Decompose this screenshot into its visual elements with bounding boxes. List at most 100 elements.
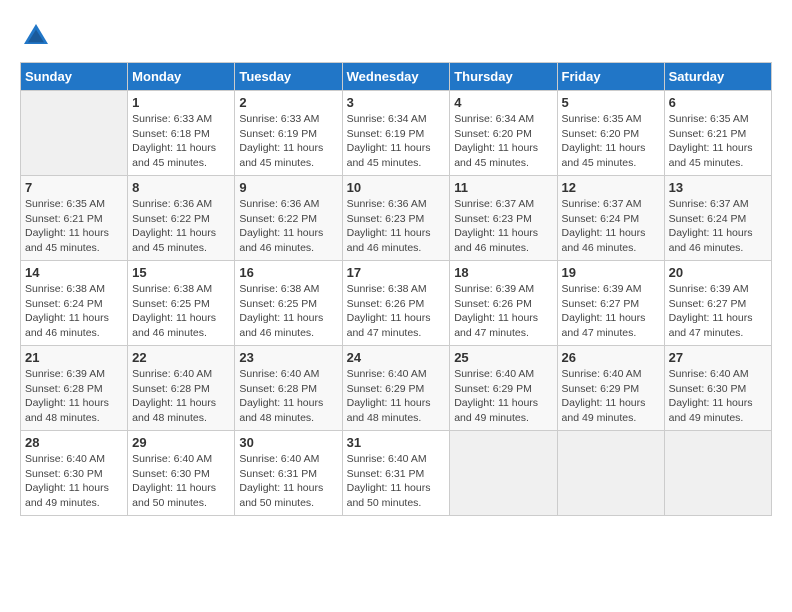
calendar-cell: 31 Sunrise: 6:40 AMSunset: 6:31 PMDayligh…: [342, 431, 450, 516]
calendar-cell: 11 Sunrise: 6:37 AMSunset: 6:23 PMDayligh…: [450, 176, 557, 261]
header-row: SundayMondayTuesdayWednesdayThursdayFrid…: [21, 63, 772, 91]
calendar-cell: 16 Sunrise: 6:38 AMSunset: 6:25 PMDayligh…: [235, 261, 342, 346]
weekday-header: Monday: [128, 63, 235, 91]
calendar-cell: 21Sunrise: 6:39 AMSunset: 6:28 PMDayligh…: [21, 346, 128, 431]
weekday-header: Saturday: [664, 63, 771, 91]
day-info: Sunrise: 6:35 AMSunset: 6:21 PMDaylight:…: [25, 197, 123, 256]
calendar-cell: 28Sunrise: 6:40 AMSunset: 6:30 PMDayligh…: [21, 431, 128, 516]
day-number: 5: [562, 95, 660, 110]
day-number: 15: [132, 265, 230, 280]
day-info: Sunrise: 6:37 AMSunset: 6:23 PMDaylight:…: [454, 197, 552, 256]
weekday-header: Wednesday: [342, 63, 450, 91]
calendar-cell: 25Sunrise: 6:40 AMSunset: 6:29 PMDayligh…: [450, 346, 557, 431]
day-number: 3: [347, 95, 446, 110]
calendar-cell: 23 Sunrise: 6:40 AMSunset: 6:28 PMDayligh…: [235, 346, 342, 431]
calendar-cell: 1 Sunrise: 6:33 AMSunset: 6:18 PMDaylight…: [128, 91, 235, 176]
day-info: Sunrise: 6:39 AMSunset: 6:27 PMDaylight:…: [669, 282, 767, 341]
calendar-cell: 22 Sunrise: 6:40 AMSunset: 6:28 PMDayligh…: [128, 346, 235, 431]
day-info: Sunrise: 6:37 AMSunset: 6:24 PMDaylight:…: [562, 197, 660, 256]
calendar-cell: 14 Sunrise: 6:38 AMSunset: 6:24 PMDayligh…: [21, 261, 128, 346]
day-info: Sunrise: 6:38 AMSunset: 6:24 PMDaylight:…: [25, 282, 123, 341]
day-info: Sunrise: 6:34 AMSunset: 6:19 PMDaylight:…: [347, 112, 446, 171]
calendar-cell: 24 Sunrise: 6:40 AMSunset: 6:29 PMDayligh…: [342, 346, 450, 431]
page-header: [20, 20, 772, 52]
day-number: 20: [669, 265, 767, 280]
day-number: 19: [562, 265, 660, 280]
weekday-header: Friday: [557, 63, 664, 91]
calendar-cell: [664, 431, 771, 516]
calendar-cell: 3 Sunrise: 6:34 AMSunset: 6:19 PMDaylight…: [342, 91, 450, 176]
day-info: Sunrise: 6:36 AMSunset: 6:22 PMDaylight:…: [239, 197, 337, 256]
day-info: Sunrise: 6:36 AMSunset: 6:23 PMDaylight:…: [347, 197, 446, 256]
calendar-cell: 5 Sunrise: 6:35 AMSunset: 6:20 PMDaylight…: [557, 91, 664, 176]
day-number: 24: [347, 350, 446, 365]
day-number: 1: [132, 95, 230, 110]
calendar-week-row: 14 Sunrise: 6:38 AMSunset: 6:24 PMDayligh…: [21, 261, 772, 346]
day-info: Sunrise: 6:37 AMSunset: 6:24 PMDaylight:…: [669, 197, 767, 256]
day-number: 21: [25, 350, 123, 365]
day-number: 9: [239, 180, 337, 195]
calendar-week-row: 28Sunrise: 6:40 AMSunset: 6:30 PMDayligh…: [21, 431, 772, 516]
day-info: Sunrise: 6:38 AMSunset: 6:25 PMDaylight:…: [239, 282, 337, 341]
day-info: Sunrise: 6:40 AMSunset: 6:31 PMDaylight:…: [239, 452, 337, 511]
calendar-cell: 17Sunrise: 6:38 AMSunset: 6:26 PMDayligh…: [342, 261, 450, 346]
calendar-table: SundayMondayTuesdayWednesdayThursdayFrid…: [20, 62, 772, 516]
calendar-cell: 2 Sunrise: 6:33 AMSunset: 6:19 PMDaylight…: [235, 91, 342, 176]
calendar-cell: [450, 431, 557, 516]
day-info: Sunrise: 6:35 AMSunset: 6:20 PMDaylight:…: [562, 112, 660, 171]
weekday-header: Tuesday: [235, 63, 342, 91]
calendar-cell: 15 Sunrise: 6:38 AMSunset: 6:25 PMDayligh…: [128, 261, 235, 346]
logo: [20, 20, 56, 52]
calendar-week-row: 21Sunrise: 6:39 AMSunset: 6:28 PMDayligh…: [21, 346, 772, 431]
day-number: 26: [562, 350, 660, 365]
day-number: 27: [669, 350, 767, 365]
calendar-cell: 19 Sunrise: 6:39 AMSunset: 6:27 PMDayligh…: [557, 261, 664, 346]
calendar-cell: 13 Sunrise: 6:37 AMSunset: 6:24 PMDayligh…: [664, 176, 771, 261]
day-info: Sunrise: 6:39 AMSunset: 6:26 PMDaylight:…: [454, 282, 552, 341]
day-number: 8: [132, 180, 230, 195]
day-number: 4: [454, 95, 552, 110]
day-info: Sunrise: 6:40 AMSunset: 6:28 PMDaylight:…: [132, 367, 230, 426]
day-number: 29: [132, 435, 230, 450]
calendar-cell: 10 Sunrise: 6:36 AMSunset: 6:23 PMDayligh…: [342, 176, 450, 261]
calendar-cell: 29Sunrise: 6:40 AMSunset: 6:30 PMDayligh…: [128, 431, 235, 516]
day-number: 2: [239, 95, 337, 110]
calendar-cell: 8Sunrise: 6:36 AMSunset: 6:22 PMDaylight…: [128, 176, 235, 261]
day-number: 22: [132, 350, 230, 365]
day-number: 25: [454, 350, 552, 365]
day-number: 7: [25, 180, 123, 195]
day-number: 30: [239, 435, 337, 450]
day-info: Sunrise: 6:40 AMSunset: 6:28 PMDaylight:…: [239, 367, 337, 426]
day-info: Sunrise: 6:38 AMSunset: 6:25 PMDaylight:…: [132, 282, 230, 341]
day-info: Sunrise: 6:33 AMSunset: 6:19 PMDaylight:…: [239, 112, 337, 171]
day-info: Sunrise: 6:38 AMSunset: 6:26 PMDaylight:…: [347, 282, 446, 341]
day-number: 13: [669, 180, 767, 195]
weekday-header: Sunday: [21, 63, 128, 91]
day-info: Sunrise: 6:34 AMSunset: 6:20 PMDaylight:…: [454, 112, 552, 171]
day-info: Sunrise: 6:40 AMSunset: 6:29 PMDaylight:…: [347, 367, 446, 426]
calendar-cell: 7 Sunrise: 6:35 AMSunset: 6:21 PMDaylight…: [21, 176, 128, 261]
day-number: 31: [347, 435, 446, 450]
day-number: 16: [239, 265, 337, 280]
logo-icon: [20, 20, 52, 52]
day-info: Sunrise: 6:35 AMSunset: 6:21 PMDaylight:…: [669, 112, 767, 171]
day-info: Sunrise: 6:33 AMSunset: 6:18 PMDaylight:…: [132, 112, 230, 171]
calendar-cell: 26 Sunrise: 6:40 AMSunset: 6:29 PMDayligh…: [557, 346, 664, 431]
calendar-week-row: 7 Sunrise: 6:35 AMSunset: 6:21 PMDaylight…: [21, 176, 772, 261]
day-info: Sunrise: 6:40 AMSunset: 6:30 PMDaylight:…: [669, 367, 767, 426]
day-number: 23: [239, 350, 337, 365]
day-number: 11: [454, 180, 552, 195]
day-info: Sunrise: 6:40 AMSunset: 6:31 PMDaylight:…: [347, 452, 446, 511]
calendar-cell: [557, 431, 664, 516]
day-number: 18: [454, 265, 552, 280]
day-number: 10: [347, 180, 446, 195]
day-number: 6: [669, 95, 767, 110]
day-info: Sunrise: 6:39 AMSunset: 6:27 PMDaylight:…: [562, 282, 660, 341]
day-number: 12: [562, 180, 660, 195]
calendar-cell: [21, 91, 128, 176]
weekday-header: Thursday: [450, 63, 557, 91]
day-info: Sunrise: 6:40 AMSunset: 6:29 PMDaylight:…: [562, 367, 660, 426]
calendar-cell: 18 Sunrise: 6:39 AMSunset: 6:26 PMDayligh…: [450, 261, 557, 346]
calendar-cell: 4 Sunrise: 6:34 AMSunset: 6:20 PMDaylight…: [450, 91, 557, 176]
day-number: 14: [25, 265, 123, 280]
